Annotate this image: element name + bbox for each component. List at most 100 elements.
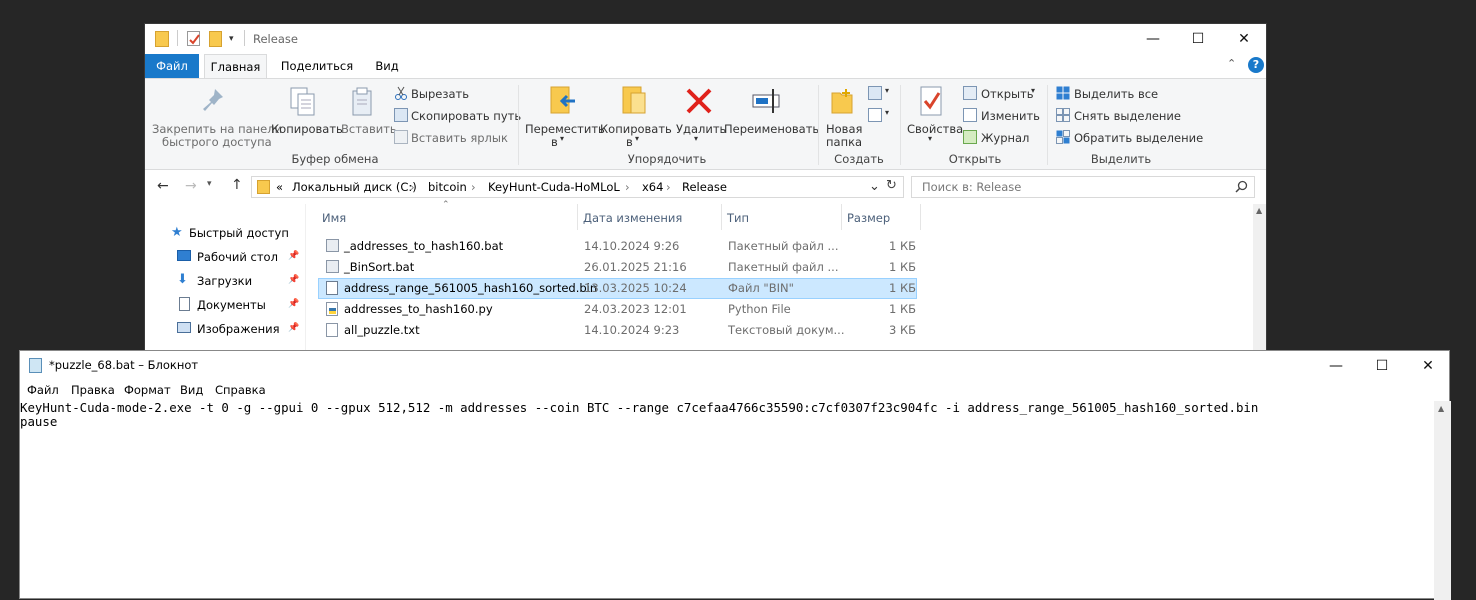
- breadcrumb-release[interactable]: Release: [682, 180, 727, 194]
- breadcrumb-bitcoin[interactable]: bitcoin: [428, 180, 467, 194]
- invert-selection-button[interactable]: Обратить выделение: [1074, 131, 1203, 145]
- breadcrumb-x64[interactable]: x64: [642, 180, 663, 194]
- file-list: ⌃ Имя Дата изменения Тип Размер _address…: [305, 200, 1253, 352]
- text-editor[interactable]: KeyHunt-Cuda-mode-2.exe -t 0 -g --gpui 0…: [20, 401, 1432, 600]
- table-row[interactable]: all_puzzle.txt 14.10.2024 9:23 Текстовый…: [318, 320, 917, 341]
- nav-quick-access[interactable]: Быстрый доступ: [189, 226, 289, 240]
- file-date: 13.03.2025 10:24: [584, 281, 687, 295]
- open-button[interactable]: Открыть: [981, 87, 1034, 101]
- breadcrumb-sep-icon: ›: [410, 180, 415, 194]
- create-group-title: Создать: [834, 152, 884, 166]
- qat-dropdown-icon[interactable]: ▾: [229, 34, 234, 44]
- refresh-icon[interactable]: ↻: [886, 178, 897, 193]
- easy-access-chevron-down-icon[interactable]: ▾: [885, 108, 889, 117]
- folder-icon: [257, 180, 270, 194]
- copy-to-label2: в: [626, 135, 633, 149]
- close-button[interactable]: ✕: [1405, 351, 1451, 381]
- paste-shortcut-button[interactable]: Вставить ярлык: [411, 131, 508, 145]
- copy-button[interactable]: Копировать: [271, 122, 343, 136]
- column-header-size[interactable]: Размер: [847, 211, 890, 225]
- move-to-button[interactable]: Переместить: [525, 122, 605, 136]
- forward-arrow-icon[interactable]: →: [185, 178, 197, 194]
- select-all-button[interactable]: Выделить все: [1074, 87, 1158, 101]
- file-size: 1 КБ: [888, 260, 916, 274]
- file-name: address_range_561005_hash160_sorted.bin: [344, 281, 598, 295]
- collapse-ribbon-icon[interactable]: ⌃: [1227, 57, 1236, 70]
- up-arrow-icon[interactable]: ↑: [231, 177, 243, 193]
- file-date: 14.10.2024 9:23: [584, 323, 680, 337]
- nav-item-desktop[interactable]: Рабочий стол: [197, 250, 278, 264]
- scroll-up-icon[interactable]: ▲: [1256, 206, 1262, 215]
- file-size: 3 КБ: [888, 323, 916, 337]
- properties-button[interactable]: Свойства: [907, 122, 963, 136]
- column-header-date[interactable]: Дата изменения: [583, 211, 682, 225]
- properties-checkmark-icon[interactable]: [187, 31, 200, 46]
- column-header-name[interactable]: Имя: [322, 211, 346, 225]
- minimize-button[interactable]: —: [1130, 24, 1176, 54]
- column-header-type[interactable]: Тип: [727, 211, 749, 225]
- menu-format[interactable]: Формат: [124, 383, 171, 397]
- recent-chevron-down-icon[interactable]: ▾: [207, 179, 212, 189]
- tab-view[interactable]: Вид: [367, 54, 407, 78]
- breadcrumb-overflow[interactable]: «: [276, 180, 283, 194]
- cut-button[interactable]: Вырезать: [411, 87, 469, 101]
- table-row[interactable]: _BinSort.bat 26.01.2025 21:16 Пакетный ф…: [318, 257, 917, 278]
- batch-file-icon: [326, 239, 339, 252]
- address-dropdown-chevron-icon[interactable]: ⌄: [869, 179, 880, 194]
- new-folder-button[interactable]: Новая: [826, 122, 862, 136]
- pin-icon: 📌: [288, 323, 300, 333]
- search-input[interactable]: Поиск в: Release: [911, 176, 1255, 198]
- file-list-scrollbar[interactable]: ▲: [1253, 204, 1266, 352]
- table-row-selected[interactable]: address_range_561005_hash160_sorted.bin …: [318, 278, 917, 299]
- menu-file[interactable]: Файл: [27, 383, 59, 397]
- nav-item-downloads[interactable]: Загрузки: [197, 274, 252, 288]
- menu-help[interactable]: Справка: [215, 383, 266, 397]
- paste-button[interactable]: Вставить: [341, 122, 397, 136]
- back-arrow-icon[interactable]: ←: [157, 178, 169, 194]
- breadcrumb-keyhunt[interactable]: KeyHunt-Cuda-HoMLoL: [488, 180, 620, 194]
- scissors-icon: [394, 86, 408, 100]
- pin-quick-access-button[interactable]: Закрепить на панели: [152, 122, 282, 136]
- nav-item-documents[interactable]: Документы: [197, 298, 266, 312]
- open-chevron-down-icon[interactable]: ▾: [1031, 86, 1035, 95]
- breadcrumb-sep-icon: ›: [666, 180, 671, 194]
- tab-share[interactable]: Поделиться: [277, 54, 357, 78]
- maximize-button[interactable]: ☐: [1175, 24, 1221, 54]
- help-icon[interactable]: ?: [1248, 57, 1264, 73]
- tab-home[interactable]: Главная: [204, 54, 267, 78]
- menu-edit[interactable]: Правка: [71, 383, 115, 397]
- address-bar[interactable]: « Локальный диск (C:) › bitcoin › KeyHun…: [251, 176, 904, 198]
- scroll-up-icon[interactable]: ▲: [1438, 404, 1444, 413]
- breadcrumb-drive[interactable]: Локальный диск (C:): [292, 180, 417, 194]
- pin-icon: 📌: [288, 275, 300, 285]
- table-row[interactable]: _addresses_to_hash160.bat 14.10.2024 9:2…: [318, 236, 917, 257]
- ribbon-tabs: Файл Главная Поделиться Вид ⌃ ?: [145, 54, 1266, 78]
- file-name: _addresses_to_hash160.bat: [344, 239, 504, 253]
- close-button[interactable]: ✕: [1221, 24, 1266, 54]
- new-folder-icon[interactable]: [209, 31, 222, 47]
- copy-path-button[interactable]: Скопировать путь: [411, 109, 521, 123]
- new-folder-big-icon: [830, 87, 854, 118]
- select-none-button[interactable]: Снять выделение: [1074, 109, 1181, 123]
- table-row[interactable]: addresses_to_hash160.py 24.03.2023 12:01…: [318, 299, 917, 320]
- organize-group-title: Упорядочить: [627, 152, 707, 166]
- edit-button[interactable]: Изменить: [981, 109, 1040, 123]
- rename-button[interactable]: Переименовать: [724, 122, 819, 136]
- history-button[interactable]: Журнал: [981, 131, 1029, 145]
- maximize-button[interactable]: ☐: [1359, 351, 1405, 381]
- navigation-pane: ★ Быстрый доступ Рабочий стол 📌 ⬇ Загруз…: [145, 204, 303, 352]
- batch-file-icon: [326, 260, 339, 273]
- menu-view[interactable]: Вид: [180, 383, 203, 397]
- nav-item-pictures[interactable]: Изображения: [197, 322, 280, 336]
- easy-access-icon[interactable]: [868, 108, 882, 122]
- new-item-chevron-down-icon[interactable]: ▾: [885, 86, 889, 95]
- new-item-icon[interactable]: [868, 86, 882, 100]
- tab-file[interactable]: Файл: [145, 54, 199, 78]
- file-name: addresses_to_hash160.py: [344, 302, 493, 316]
- file-type: Пакетный файл ...: [728, 260, 839, 274]
- minimize-button[interactable]: —: [1313, 351, 1359, 381]
- file-date: 14.10.2024 9:26: [584, 239, 680, 253]
- editor-scrollbar[interactable]: ▲: [1434, 401, 1451, 600]
- delete-button[interactable]: Удалить: [676, 122, 726, 136]
- notepad-icon: [29, 358, 42, 373]
